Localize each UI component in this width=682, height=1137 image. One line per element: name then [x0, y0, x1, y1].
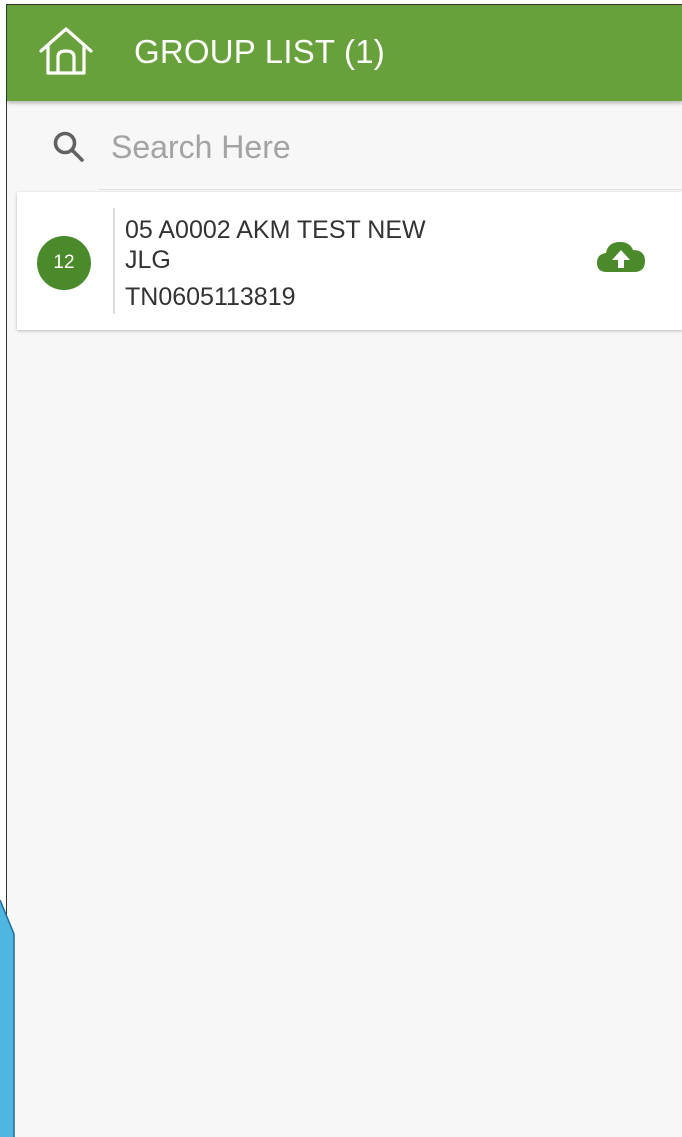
screen-edge-decoration	[0, 900, 15, 1137]
search-bar	[7, 101, 682, 191]
member-count-badge: 12	[37, 236, 91, 290]
search-icon	[51, 129, 87, 165]
group-name: 05 A0002 AKM TEST NEW JLG	[125, 216, 426, 274]
search-input[interactable]	[111, 125, 631, 169]
cloud-upload-icon[interactable]	[595, 238, 647, 274]
group-list-screen: GROUP LIST (1) 12 05 A0002 AKM TEST NEW …	[6, 4, 682, 1137]
page-title: GROUP LIST (1)	[134, 33, 385, 70]
list-item[interactable]: 12 05 A0002 AKM TEST NEW JLG TN060511381…	[17, 192, 682, 330]
app-bar: GROUP LIST (1)	[7, 5, 682, 101]
card-divider	[113, 208, 115, 314]
home-icon[interactable]	[37, 25, 95, 77]
group-code: TN0605113819	[125, 283, 296, 311]
search-underline	[99, 189, 682, 190]
